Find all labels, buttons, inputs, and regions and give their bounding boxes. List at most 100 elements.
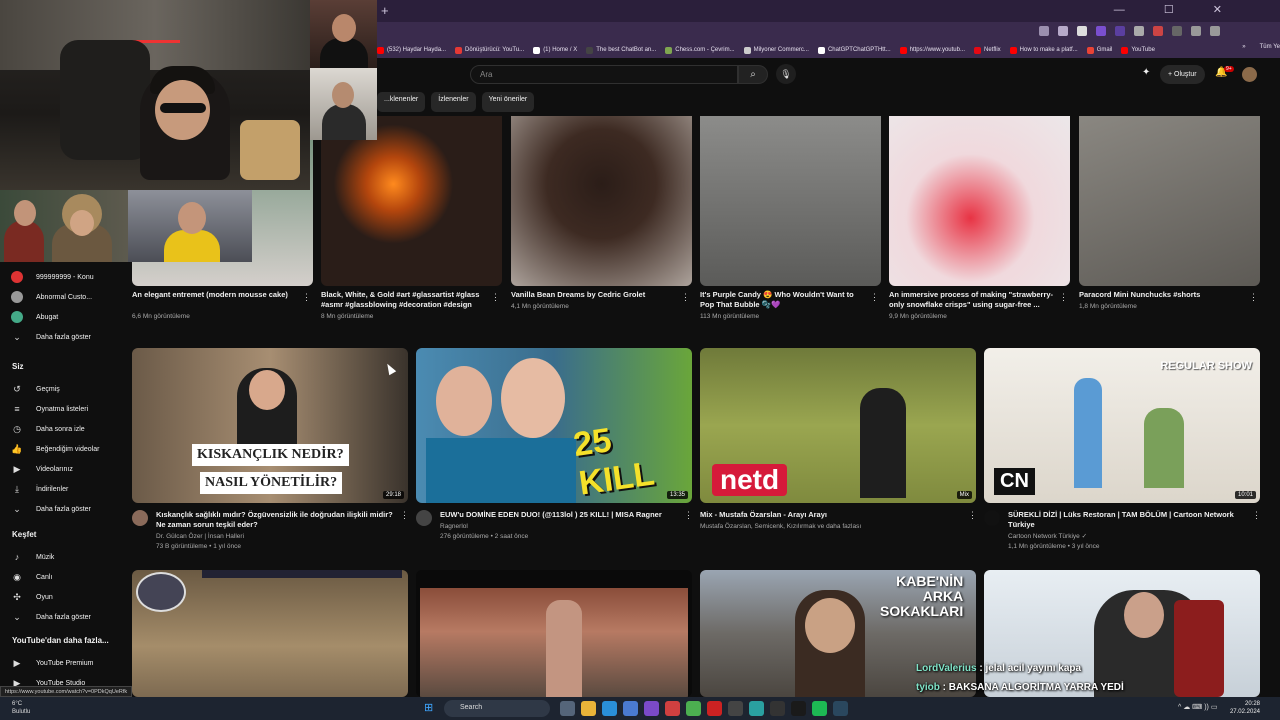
sidebar-icon[interactable] bbox=[1210, 26, 1220, 36]
weather-widget[interactable]: 6°C Bulutlu bbox=[12, 700, 30, 716]
bookmark-item[interactable]: YouTube bbox=[1121, 46, 1155, 54]
video-thumbnail[interactable] bbox=[132, 570, 408, 697]
sidebar-subscription[interactable]: Abugat bbox=[0, 308, 128, 326]
cast-icon[interactable]: ✦ bbox=[1142, 67, 1150, 78]
sidebar-item[interactable]: ▶ Videolarınız bbox=[0, 460, 128, 478]
more-options-icon[interactable]: ⋮ bbox=[1249, 292, 1258, 303]
bookmark-item[interactable]: Chess.com - Çevrim... bbox=[665, 46, 735, 54]
extension-icon[interactable] bbox=[1153, 26, 1163, 36]
sidebar-item[interactable]: ⤓ İndirilenler bbox=[0, 480, 128, 498]
bookmark-item[interactable]: Milyoner Commerc... bbox=[743, 46, 809, 54]
puzzle-icon[interactable] bbox=[1191, 26, 1201, 36]
app-icon[interactable] bbox=[791, 701, 806, 716]
sidebar-item-premium[interactable]: ▶ YouTube Premium bbox=[0, 654, 128, 672]
cast-icon[interactable] bbox=[1039, 26, 1049, 36]
video-thumbnail[interactable] bbox=[416, 570, 692, 697]
video-thumbnail[interactable] bbox=[1079, 116, 1260, 286]
mic-button[interactable]: 🎙 bbox=[776, 64, 796, 84]
start-button[interactable]: ⊞ bbox=[424, 702, 436, 714]
sidebar-subscription[interactable]: Abnormal Custo... bbox=[0, 288, 128, 306]
video-title[interactable]: Paracord Mini Nunchucks #shorts bbox=[1079, 290, 1245, 300]
sidebar-section-explore[interactable]: Keşfet bbox=[12, 530, 36, 539]
sidebar-item[interactable]: ✣ Oyun bbox=[0, 588, 128, 606]
bookmarks-more[interactable]: » Tüm Ye bbox=[1242, 44, 1280, 50]
steam-icon[interactable] bbox=[833, 701, 848, 716]
sidebar-item[interactable]: ♪ Müzik bbox=[0, 548, 128, 566]
extension-icon[interactable] bbox=[1077, 26, 1087, 36]
video-thumbnail[interactable] bbox=[700, 116, 881, 286]
video-thumbnail[interactable] bbox=[321, 116, 502, 286]
video-title[interactable]: Black, White, & Gold #art #glassartist #… bbox=[321, 290, 487, 310]
channel-avatar[interactable] bbox=[132, 510, 148, 526]
bookmark-item[interactable]: The best ChatBot an... bbox=[586, 46, 656, 54]
sidebar-show-more[interactable]: ⌄ Daha fazla göster bbox=[0, 608, 128, 626]
new-tab-button[interactable]: + bbox=[381, 3, 389, 18]
channel-avatar[interactable] bbox=[416, 510, 432, 526]
sidebar-item[interactable]: ◷ Daha sonra izle bbox=[0, 420, 128, 438]
video-thumbnail[interactable]: 25 KILL 13:35 bbox=[416, 348, 692, 503]
sidebar-item[interactable]: ↺ Geçmiş bbox=[0, 380, 128, 398]
extension-icon[interactable] bbox=[1096, 26, 1106, 36]
more-options-icon[interactable]: ⋮ bbox=[681, 292, 690, 303]
video-title[interactable]: EUW'u DOMİNE EDEN DUO! (@113lol ) 25 KIL… bbox=[440, 510, 678, 520]
video-title[interactable]: Mix - Mustafa Özarslan - Arayı Arayı bbox=[700, 510, 962, 520]
video-thumbnail[interactable]: KISKANÇLIK NEDİR? NASIL YÖNETİLİR? 29:18 bbox=[132, 348, 408, 503]
sidebar-item[interactable]: ◉ Canlı bbox=[0, 568, 128, 586]
bookmark-item[interactable]: (1) Home / X bbox=[533, 46, 577, 54]
window-controls[interactable]: — ☐ ✕ bbox=[1114, 3, 1240, 16]
extension-icon[interactable] bbox=[1172, 26, 1182, 36]
channel-name[interactable]: Ragnerlol bbox=[440, 522, 468, 532]
taskbar-clock[interactable]: 20:28 27.02.2024 bbox=[1230, 700, 1260, 716]
video-thumbnail[interactable]: netd Mix bbox=[700, 348, 976, 503]
app-icon[interactable] bbox=[749, 701, 764, 716]
video-thumbnail[interactable] bbox=[889, 116, 1070, 286]
bookmark-item[interactable]: Netflix bbox=[973, 46, 1001, 54]
filter-chip[interactable]: ...klenenler bbox=[377, 92, 426, 112]
system-tray[interactable]: ^ ☁ ⌨ )) ▭ bbox=[1178, 703, 1217, 711]
obs-icon[interactable] bbox=[770, 701, 785, 716]
bookmark-item[interactable]: ChatGPTChatGPTHtt... bbox=[817, 46, 891, 54]
video-thumbnail[interactable] bbox=[511, 116, 692, 286]
sidebar-section-more[interactable]: YouTube'dan daha fazla... bbox=[12, 636, 109, 645]
app-icon[interactable] bbox=[707, 701, 722, 716]
video-title[interactable]: It's Purple Candy 😍 Who Wouldn't Want to… bbox=[700, 290, 866, 310]
more-options-icon[interactable]: ⋮ bbox=[684, 510, 693, 521]
bookmark-item[interactable]: (532) Haydar Hayda... bbox=[377, 46, 446, 54]
video-title[interactable]: Vanilla Bean Dreams by Cedric Grolet bbox=[511, 290, 677, 300]
filter-chip[interactable]: Yeni öneriler bbox=[481, 92, 535, 112]
video-title[interactable]: Kıskançlık sağlıklı mıdır? Özgüvensizlik… bbox=[156, 510, 394, 530]
more-options-icon[interactable]: ⋮ bbox=[302, 292, 311, 303]
browser-icon[interactable] bbox=[644, 701, 659, 716]
sidebar-item[interactable]: 👍 Beğendiğim videolar bbox=[0, 440, 128, 458]
more-options-icon[interactable]: ⋮ bbox=[1252, 510, 1261, 521]
app-icon[interactable] bbox=[665, 701, 680, 716]
filter-chip[interactable]: İzlenenler bbox=[431, 92, 476, 112]
more-options-icon[interactable]: ⋮ bbox=[491, 292, 500, 303]
more-options-icon[interactable]: ⋮ bbox=[1059, 292, 1068, 303]
bookmark-item[interactable]: Gmail bbox=[1086, 46, 1112, 54]
channel-name[interactable]: Cartoon Network Türkiye ✓ bbox=[1008, 532, 1087, 542]
extension-icon[interactable] bbox=[1134, 26, 1144, 36]
video-title[interactable]: An immersive process of making "strawber… bbox=[889, 290, 1055, 310]
search-button[interactable]: ⌕ bbox=[738, 65, 768, 84]
store-icon[interactable] bbox=[623, 701, 638, 716]
bookmark-item[interactable]: Dönüştürücü: YouTu... bbox=[455, 46, 524, 54]
more-options-icon[interactable]: ⋮ bbox=[968, 510, 977, 521]
bookmark-item[interactable]: https://www.youtub... bbox=[899, 46, 965, 54]
app-icon[interactable] bbox=[728, 701, 743, 716]
bookmark-item[interactable]: How to make a platf... bbox=[1009, 46, 1078, 54]
create-button[interactable]: + Oluştur bbox=[1160, 65, 1205, 84]
channel-name[interactable]: Dr. Gülcan Özer | İnsan Halleri bbox=[156, 532, 244, 542]
sidebar-section-you[interactable]: Siz bbox=[12, 362, 24, 371]
video-thumbnail[interactable] bbox=[984, 570, 1260, 697]
avatar[interactable] bbox=[1242, 67, 1257, 82]
channel-avatar[interactable] bbox=[984, 510, 1000, 526]
sidebar-subscription[interactable]: 999999999 - Konu bbox=[0, 268, 128, 286]
video-thumbnail[interactable]: KABE'NİN ARKA SOKAKLARI bbox=[700, 570, 976, 697]
more-options-icon[interactable]: ⋮ bbox=[870, 292, 879, 303]
search-input[interactable]: Ara bbox=[470, 65, 738, 84]
sidebar-show-more[interactable]: ⌄ Daha fazla göster bbox=[0, 328, 128, 346]
chrome-icon[interactable] bbox=[686, 701, 701, 716]
video-thumbnail[interactable]: REGULAR SHOW CN 10:01 bbox=[984, 348, 1260, 503]
more-options-icon[interactable]: ⋮ bbox=[400, 510, 409, 521]
